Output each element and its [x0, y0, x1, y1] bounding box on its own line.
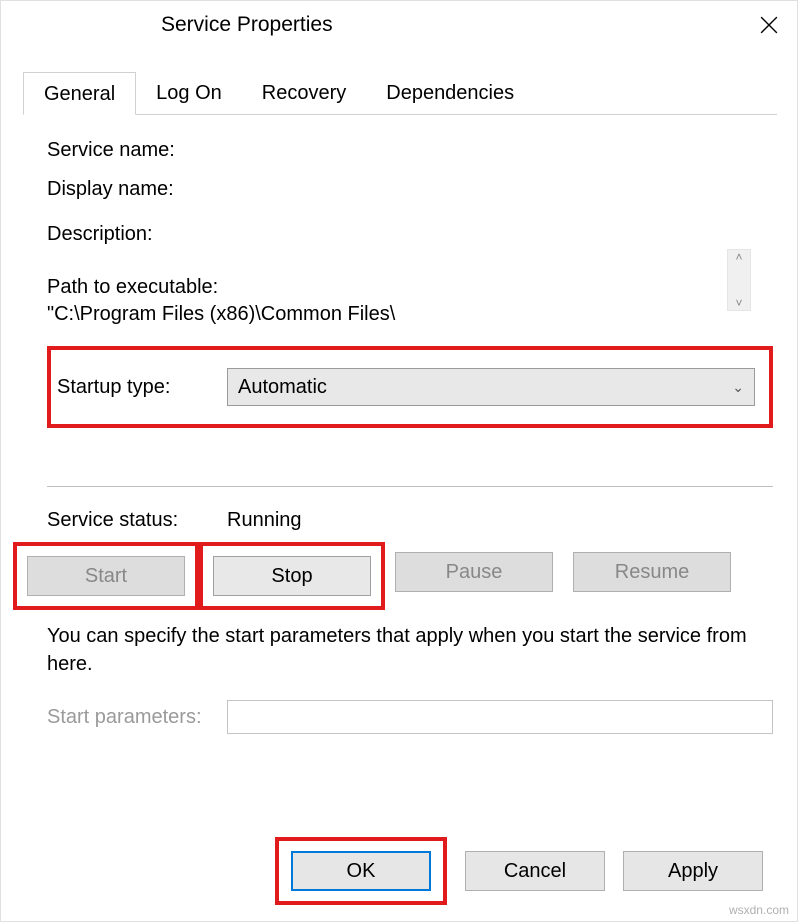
scroll-up-icon: ˄ — [735, 250, 742, 264]
description-scrollbar[interactable]: ˄ ˅ — [727, 249, 751, 311]
display-name-label: Display name: — [47, 178, 227, 201]
stop-button[interactable]: Stop — [213, 556, 371, 596]
start-params-note: You can specify the start parameters tha… — [47, 622, 773, 678]
ok-button[interactable]: OK — [291, 851, 431, 891]
start-parameters-label: Start parameters: — [47, 706, 227, 729]
apply-button[interactable]: Apply — [623, 851, 763, 891]
startup-type-highlight: Startup type: Automatic ⌄ — [47, 346, 773, 428]
close-button[interactable] — [741, 1, 797, 49]
startup-type-label: Startup type: — [27, 376, 227, 399]
watermark: wsxdn.com — [729, 903, 789, 917]
window-title: Service Properties — [161, 13, 333, 37]
tab-general[interactable]: General — [23, 72, 136, 115]
start-button: Start — [27, 556, 185, 596]
content-area: Service name: Display name: Description:… — [1, 115, 797, 744]
start-parameters-input — [227, 700, 773, 734]
dialog-footer: OK Cancel Apply — [275, 837, 763, 905]
description-label: Description: — [47, 223, 227, 246]
pause-button: Pause — [395, 552, 553, 592]
tab-strip: General Log On Recovery Dependencies — [23, 71, 777, 115]
service-status-value: Running — [227, 509, 302, 532]
stop-button-highlight: Stop — [199, 542, 385, 610]
tab-logon[interactable]: Log On — [136, 72, 242, 115]
path-label: Path to executable: — [47, 276, 773, 299]
service-name-label: Service name: — [47, 139, 227, 162]
path-value: "C:\Program Files (x86)\Common Files\ — [47, 303, 773, 326]
startup-type-dropdown[interactable]: Automatic ⌄ — [227, 368, 755, 406]
titlebar: Service Properties — [1, 1, 797, 49]
scroll-down-icon: ˅ — [735, 296, 742, 310]
startup-type-value: Automatic — [238, 376, 327, 399]
separator — [47, 486, 773, 487]
tab-dependencies[interactable]: Dependencies — [366, 72, 534, 115]
chevron-down-icon: ⌄ — [732, 379, 744, 396]
service-properties-dialog: Service Properties General Log On Recove… — [0, 0, 798, 922]
cancel-button[interactable]: Cancel — [465, 851, 605, 891]
close-icon — [760, 16, 778, 34]
service-status-label: Service status: — [47, 509, 227, 532]
start-button-highlight: Start — [13, 542, 199, 610]
tab-recovery[interactable]: Recovery — [242, 72, 366, 115]
resume-button: Resume — [573, 552, 731, 592]
ok-button-highlight: OK — [275, 837, 447, 905]
